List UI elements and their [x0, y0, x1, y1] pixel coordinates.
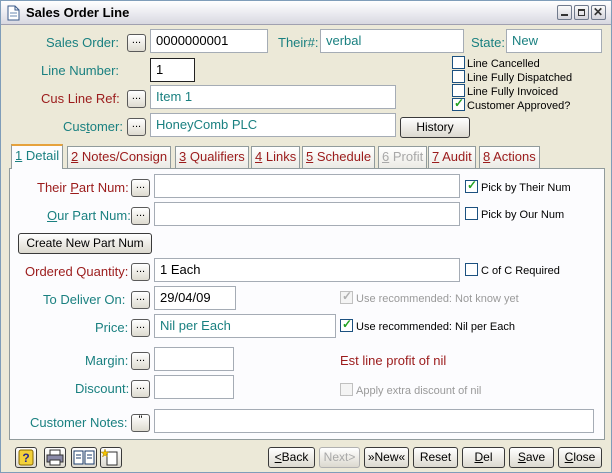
pick-by-their-label: Pick by Their Num	[481, 182, 571, 194]
print-icon	[46, 449, 64, 466]
tab-links[interactable]: 4 Links	[251, 146, 301, 168]
our-part-field[interactable]	[154, 202, 460, 226]
line-fully-dispatched-checkbox[interactable]	[452, 70, 465, 83]
help-icon: ?	[18, 449, 34, 466]
maximize-icon[interactable]	[574, 5, 589, 20]
cus-line-ref-label: Cus Line Ref:	[41, 91, 120, 106]
window-title: Sales Order Line	[26, 5, 130, 20]
line-number-field[interactable]: 1	[150, 58, 195, 82]
tab-notes-consign[interactable]: 2 Notes/Consign	[67, 146, 172, 168]
pick-by-our-label: Pick by Our Num	[481, 209, 565, 221]
customer-approved-label: Customer Approved?	[467, 100, 571, 112]
cus-line-ref-field[interactable]: Item 1	[150, 85, 396, 109]
state-label: State:	[471, 35, 505, 50]
ordered-qty-lookup-button[interactable]: ...	[131, 263, 150, 281]
history-button[interactable]: History	[400, 117, 470, 138]
svg-text:?: ?	[22, 451, 29, 465]
sales-order-line-window: Sales Order Line ✕ Sales Order: ... 0000…	[0, 0, 612, 473]
tab-actions[interactable]: 8 Actions	[479, 146, 540, 168]
est-profit-text: Est line profit of nil	[340, 353, 447, 368]
price-field[interactable]: Nil per Each	[154, 314, 336, 338]
price-lookup-button[interactable]: ...	[131, 319, 150, 337]
our-part-lookup-button[interactable]: ...	[131, 207, 150, 225]
compare-icon	[73, 450, 95, 465]
tab-strip: 1 Detail 2 Notes/Consign 3 Qualifiers 4 …	[9, 144, 605, 169]
apply-discount-checkbox[interactable]	[340, 383, 353, 396]
pick-by-their-checkbox[interactable]	[465, 178, 478, 193]
create-new-part-button[interactable]: Create New Part Num	[18, 233, 152, 254]
sales-order-lookup-button[interactable]: ...	[127, 34, 146, 52]
discount-field[interactable]	[154, 375, 234, 399]
save-button[interactable]: Save	[509, 447, 554, 468]
c-of-c-checkbox[interactable]	[465, 263, 478, 276]
use-recommended-deliver-checkbox[interactable]	[340, 289, 353, 304]
our-part-label: Our Part Num:	[47, 208, 131, 223]
their-part-field[interactable]	[154, 174, 460, 198]
delete-button[interactable]: Del	[462, 447, 505, 468]
pick-by-our-checkbox[interactable]	[465, 207, 478, 220]
ordered-qty-field[interactable]: 1 Each	[154, 258, 460, 282]
tab-detail[interactable]: 1 Detail	[11, 144, 64, 169]
new-button[interactable]: »New«	[364, 447, 409, 468]
ordered-qty-label: Ordered Quantity:	[25, 264, 129, 279]
sales-order-field[interactable]: 0000000001	[150, 29, 268, 53]
back-button[interactable]: <Back	[268, 447, 315, 468]
discount-label: Discount:	[75, 381, 130, 396]
their-part-lookup-button[interactable]: ...	[131, 179, 150, 197]
price-label: Price:	[95, 320, 129, 335]
compare-button[interactable]	[71, 447, 97, 468]
close-icon[interactable]: ✕	[591, 5, 606, 20]
customer-field[interactable]: HoneyComb PLC	[150, 113, 396, 137]
minimize-icon[interactable]	[557, 5, 572, 20]
deliver-on-lookup-button[interactable]: ...	[131, 291, 150, 309]
margin-lookup-button[interactable]: ...	[131, 352, 150, 370]
their-label: Their#:	[278, 35, 319, 50]
use-recommended-deliver-label: Use recommended: Not know yet	[356, 293, 519, 305]
reset-button[interactable]: Reset	[413, 447, 458, 468]
next-button[interactable]: Next>	[319, 447, 360, 468]
customer-approved-checkbox[interactable]	[452, 96, 465, 111]
sales-order-label: Sales Order:	[46, 35, 119, 50]
title-bar[interactable]: Sales Order Line ✕	[1, 1, 611, 25]
customer-notes-label: Customer Notes:	[30, 415, 128, 430]
close-button[interactable]: Close	[558, 447, 602, 468]
deliver-on-field[interactable]: 29/04/09	[154, 286, 236, 310]
customer-notes-field[interactable]	[154, 409, 594, 433]
margin-label: Margin:	[85, 353, 129, 368]
customer-label: Customer:	[63, 119, 123, 134]
document-icon	[7, 5, 20, 21]
tab-profit[interactable]: 6 Profit	[378, 146, 428, 168]
apply-discount-label: Apply extra discount of nil	[356, 385, 482, 397]
help-button[interactable]: ?	[15, 447, 37, 468]
deliver-on-label: To Deliver On:	[43, 292, 126, 307]
cus-line-ref-lookup-button[interactable]: ...	[127, 90, 146, 108]
use-recommended-price-label: Use recommended: Nil per Each	[356, 321, 515, 333]
print-button[interactable]	[44, 447, 66, 468]
tab-schedule[interactable]: 5 Schedule	[302, 146, 376, 168]
state-field[interactable]: New	[506, 29, 602, 53]
discount-lookup-button[interactable]: ...	[131, 380, 150, 398]
customer-lookup-button[interactable]: ...	[127, 118, 146, 136]
c-of-c-label: C of C Required	[481, 265, 560, 277]
line-number-label: Line Number:	[41, 63, 120, 78]
tab-audit[interactable]: 7 Audit	[428, 146, 476, 168]
tab-qualifiers[interactable]: 3 Qualifiers	[175, 146, 249, 168]
customer-notes-button[interactable]: "	[131, 414, 150, 432]
new-document-icon	[100, 448, 118, 466]
line-cancelled-checkbox[interactable]	[452, 56, 465, 69]
new-document-button[interactable]	[100, 447, 122, 468]
use-recommended-price-checkbox[interactable]	[340, 317, 353, 332]
their-field[interactable]: verbal	[320, 29, 464, 53]
margin-field[interactable]	[154, 347, 234, 371]
their-part-label: Their Part Num:	[37, 180, 129, 195]
